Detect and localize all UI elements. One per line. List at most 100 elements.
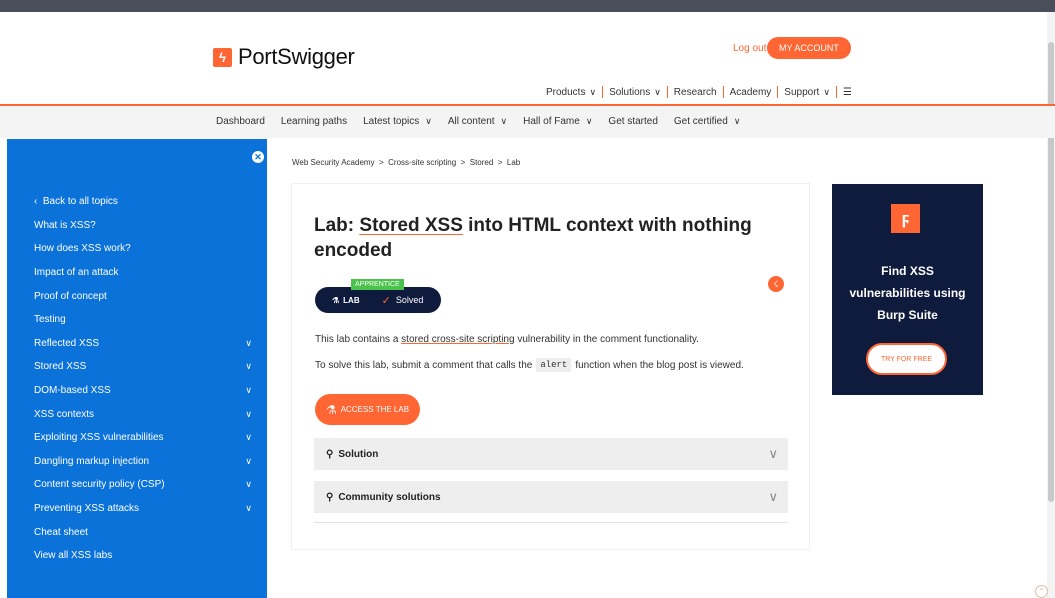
sidebar-item-label: What is XSS? [34,219,96,231]
sidebar-item[interactable]: Dangling markup injection ∨ [34,450,254,474]
nav-support[interactable]: Support ∨ [778,87,836,98]
subnav-hall-of-fame[interactable]: Hall of Fame ∨ [523,116,592,127]
chevron-down-icon: ∨ [245,503,252,514]
sidebar-item[interactable]: Preventing XSS attacks ∨ [34,497,254,521]
chevron-down-icon: ∨ [425,116,432,126]
subnav-get-certified[interactable]: Get certified ∨ [674,116,741,127]
breadcrumb-item[interactable]: Lab [507,158,520,167]
chevron-down-icon: ∨ [245,432,252,443]
lab-label: LAB [343,295,360,305]
sidebar-item[interactable]: ‹ Back to all topics [34,190,254,214]
sidebar-item[interactable]: Stored XSS ∨ [34,355,254,379]
divider [314,522,788,523]
chevron-down-icon: ∨ [733,116,741,126]
subnav-dashboard[interactable]: Dashboard [216,116,265,127]
sidebar-item-label: Cheat sheet [34,526,88,538]
level-badge: APPRENTICE [351,279,404,290]
sidebar-item-label: Impact of an attack [34,267,119,279]
sidebar-item[interactable]: Exploiting XSS vulnerabilities ∨ [34,426,254,450]
nav-solutions[interactable]: Solutions ∨ [603,87,667,98]
sidebar-item-label: Stored XSS [34,361,87,373]
sidebar-item-label: View all XSS labs [34,550,113,562]
stored-xss-link[interactable]: Stored XSS [359,215,462,236]
community-icon: ⚲ [326,491,334,503]
breadcrumb-separator: > [497,158,503,167]
share-icon[interactable]: ☇ [768,276,784,292]
sidebar-item-label: Preventing XSS attacks [34,503,140,515]
solution-accordion[interactable]: ⚲ Solution ∨ [314,438,788,470]
main-nav: Products ∨ Solutions ∨ Research Academy Su… [540,86,858,98]
sidebar-item[interactable]: XSS contexts ∨ [34,402,254,426]
topic-sidebar: ✕ ‹ Back to all topics What is XSS? How do… [7,139,267,598]
lab-description: This lab contains a stored cross-site sc… [315,334,699,345]
sidebar-item[interactable]: Impact of an attack [34,261,254,285]
chevron-down-icon: ∨ [245,337,252,348]
sidebar-item-label: DOM-based XSS [34,385,111,397]
sidebar-item[interactable]: Content security policy (CSP) ∨ [34,473,254,497]
chevron-down-icon: ∨ [245,385,252,396]
nav-research[interactable]: Research [668,87,723,98]
breadcrumb-item[interactable]: Stored [470,158,494,167]
stored-xss-description-link[interactable]: stored cross-site scripting [401,334,514,345]
sidebar-item-label: How does XSS work? [34,243,131,255]
solved-status: Solved [395,295,424,305]
sidebar-item[interactable]: How does XSS work? [34,237,254,261]
lightbulb-icon: ⚲ [326,448,334,460]
sidebar-item[interactable]: What is XSS? [34,214,254,238]
lab-instructions: To solve this lab, submit a comment that… [315,358,744,372]
subnav-get-started[interactable]: Get started [608,116,657,127]
subnav-all-content[interactable]: All content ∨ [448,116,507,127]
flask-icon: ⚗ [332,295,340,305]
lab-status-pill: ⚗ LAB ✓ Solved [315,287,441,313]
breadcrumb: Web Security Academy > Cross-site script… [292,158,520,167]
community-solutions-accordion[interactable]: ⚲ Community solutions ∨ [314,481,788,513]
alert-code: alert [536,358,572,372]
ad-headline: Find XSS vulnerabilities using Burp Suit… [849,264,966,322]
chevron-down-icon: ∨ [585,116,593,126]
subnav-latest-topics[interactable]: Latest topics ∨ [363,116,432,127]
close-icon[interactable]: ✕ [252,151,264,163]
breadcrumb-separator: > [460,158,466,167]
access-lab-button[interactable]: ⚗ ACCESS THE LAB [315,394,420,425]
chevron-left-icon: ‹ [34,196,43,208]
nav-academy[interactable]: Academy [724,87,778,98]
sidebar-item[interactable]: Testing [34,308,254,332]
log-out-link[interactable]: Log out [733,43,766,54]
chevron-down-icon: ∨ [823,86,830,97]
lab-title: Lab: Stored XSS into HTML context with n… [314,215,752,261]
sidebar-list: ‹ Back to all topics What is XSS? How does… [34,190,254,568]
sidebar-item[interactable]: DOM-based XSS ∨ [34,379,254,403]
sidebar-item-label: ‹ Back to all topics [34,196,118,208]
nav-products[interactable]: Products ∨ [540,87,602,98]
sidebar-item[interactable]: Reflected XSS ∨ [34,332,254,356]
burp-suite-ad: ϝ Find XSS vulnerabilities using Burp Su… [832,184,983,395]
scrollbar[interactable] [1047,12,1055,598]
chevron-down-icon: ∨ [768,446,778,461]
burp-logo-icon: ϝ [891,204,920,233]
logo-text: PortSwigger [238,44,355,69]
hamburger-icon[interactable]: ☰ [837,87,858,98]
sidebar-item[interactable]: Cheat sheet [34,520,254,544]
scroll-to-top-icon[interactable]: ⌃ [1035,585,1048,598]
my-account-button[interactable]: MY ACCOUNT [767,37,851,59]
academy-sub-nav: Dashboard Learning paths Latest topics ∨ … [0,106,1055,138]
sidebar-item-label: Content security policy (CSP) [34,479,165,491]
chevron-down-icon: ∨ [589,86,597,97]
chevron-down-icon: ∨ [654,86,661,97]
flask-icon: ⚗ [325,402,337,417]
sidebar-item-label: Exploiting XSS vulnerabilities [34,432,164,444]
sidebar-item[interactable]: Proof of concept [34,284,254,308]
sidebar-item-label: Testing [34,314,66,326]
subnav-learning-paths[interactable]: Learning paths [281,116,347,127]
breadcrumb-item[interactable]: Web Security Academy [292,158,375,167]
chevron-down-icon: ∨ [500,116,508,126]
sidebar-item[interactable]: View all XSS labs [34,544,254,568]
try-for-free-button[interactable]: TRY FOR FREE [866,343,947,375]
breadcrumb-item[interactable]: Cross-site scripting [388,158,456,167]
sidebar-item-label: XSS contexts [34,408,95,420]
chevron-down-icon: ∨ [768,489,778,504]
portswigger-logo[interactable]: ϟ PortSwigger [213,44,355,70]
sidebar-item-label: Reflected XSS [34,337,100,349]
check-icon: ✓ [381,294,391,307]
chevron-down-icon: ∨ [245,479,252,490]
